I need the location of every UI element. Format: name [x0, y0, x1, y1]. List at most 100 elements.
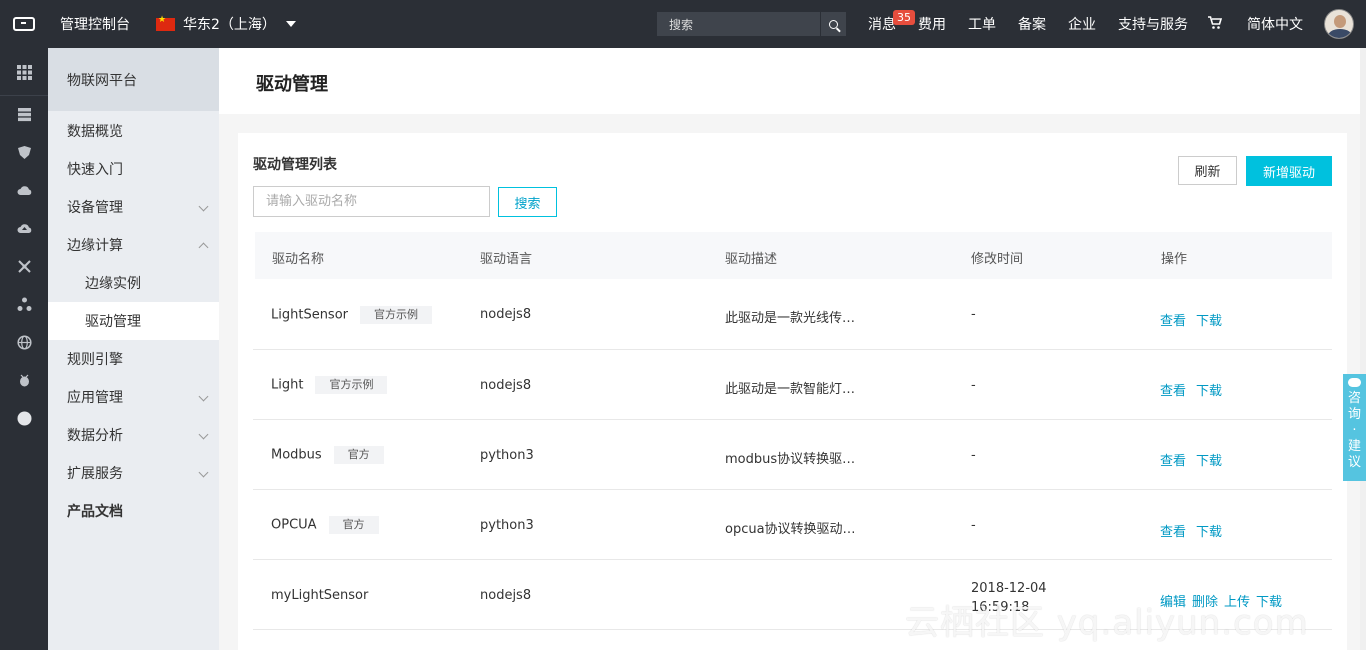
grid-icon[interactable] [0, 53, 48, 91]
menu-label: 快速入门 [67, 162, 123, 178]
cart-icon[interactable] [1208, 16, 1222, 30]
modified-time: - [971, 518, 976, 533]
server-icon[interactable] [0, 95, 48, 133]
driver-description: opcua协议转换驱动… [725, 522, 856, 537]
network-icon[interactable] [0, 247, 48, 285]
feedback-char: 建 [1347, 439, 1361, 454]
driver-name-cell: Light 官方示例 [271, 376, 388, 394]
col-driver-language: 驱动语言 [480, 252, 533, 267]
driver-list-card: 驱动管理列表 搜索 刷新 新增驱动 驱动名称 驱动语言 驱动描述 修改时间 操作… [238, 133, 1347, 650]
driver-name-input[interactable] [253, 186, 490, 217]
modified-time: - [971, 448, 976, 463]
list-title: 驱动管理列表 [253, 157, 337, 173]
chevron-down-icon [198, 429, 209, 440]
view-link[interactable]: 查看 [1160, 314, 1186, 329]
menu-item-quickstart[interactable]: 快速入门 [48, 150, 219, 188]
menu-label: 产品文档 [67, 504, 123, 520]
menu-label: 应用管理 [67, 390, 123, 406]
chevron-up-icon [198, 242, 209, 253]
refresh-button[interactable]: 刷新 [1178, 156, 1237, 185]
top-search-placeholder[interactable]: 搜索 [657, 16, 820, 33]
driver-name: OPCUA [271, 517, 317, 533]
driver-language: nodejs8 [480, 307, 532, 322]
menu-label: 规则引擎 [67, 352, 123, 368]
feedback-char: 咨 [1347, 391, 1361, 406]
nav-enterprise[interactable]: 企业 [1068, 0, 1096, 48]
driver-language: nodejs8 [480, 378, 532, 393]
row-actions: 查看 下载 [1160, 450, 1232, 469]
search-icon[interactable] [820, 12, 846, 36]
chat-bubble-icon [1348, 378, 1361, 387]
driver-description: 此驱动是一款智能灯… [725, 382, 856, 397]
console-title[interactable]: 管理控制台 [60, 14, 130, 34]
menu-item-product-docs[interactable]: 产品文档 [48, 492, 219, 530]
aliyun-logo-icon[interactable] [0, 0, 48, 48]
feedback-char: · [1352, 423, 1357, 438]
menu-item-overview[interactable]: 数据概览 [48, 112, 219, 150]
top-search[interactable]: 搜索 [657, 12, 846, 36]
search-button[interactable]: 搜索 [498, 187, 557, 217]
table-header: 驱动名称 驱动语言 驱动描述 修改时间 操作 [255, 232, 1332, 279]
watermark: 云栖社区 yq.aliyun.com [905, 603, 1309, 643]
driver-language: nodejs8 [480, 588, 532, 603]
view-link[interactable]: 查看 [1160, 384, 1186, 399]
side-menu: 物联网平台 数据概览 快速入门 设备管理 边缘计算 边缘实例 驱动管理 规则引擎… [48, 48, 219, 650]
nav-tickets[interactable]: 工单 [968, 0, 996, 48]
add-driver-button[interactable]: 新增驱动 [1246, 156, 1332, 186]
menu-item-device-management[interactable]: 设备管理 [48, 188, 219, 226]
driver-name: Light [271, 377, 304, 393]
nav-support[interactable]: 支持与服务 [1118, 0, 1188, 48]
download-link[interactable]: 下载 [1196, 384, 1222, 399]
view-link[interactable]: 查看 [1160, 454, 1186, 469]
caret-down-icon [285, 21, 296, 27]
col-driver-description: 驱动描述 [725, 252, 778, 267]
cluster-icon[interactable] [0, 285, 48, 323]
nav-fees[interactable]: 费用 [918, 0, 946, 48]
download-link[interactable]: 下载 [1196, 525, 1222, 540]
region-selector[interactable]: 华东2（上海） [156, 14, 296, 34]
chevron-down-icon [198, 467, 209, 478]
page-scrollbar[interactable] [1360, 48, 1366, 650]
menu-label: 数据概览 [67, 124, 123, 140]
menu-item-data-analysis[interactable]: 数据分析 [48, 416, 219, 454]
menu-item-rule-engine[interactable]: 规则引擎 [48, 340, 219, 378]
menu-item-edge-instance[interactable]: 边缘实例 [48, 264, 219, 302]
menu-item-app-management[interactable]: 应用管理 [48, 378, 219, 416]
region-label: 华东2（上海） [183, 17, 276, 33]
nav-messages[interactable]: 消息 [868, 0, 896, 48]
cloud-upload-icon[interactable] [0, 209, 48, 247]
official-tag: 官方示例 [315, 376, 388, 394]
feedback-float-button[interactable]: 咨 询 · 建 议 [1343, 374, 1366, 481]
feedback-char: 询 [1347, 407, 1361, 422]
view-link[interactable]: 查看 [1160, 525, 1186, 540]
driver-name: Modbus [271, 447, 322, 463]
download-link[interactable]: 下载 [1196, 314, 1222, 329]
circle-icon[interactable] [0, 399, 48, 437]
bug-icon[interactable] [0, 361, 48, 399]
globe-icon[interactable] [0, 323, 48, 361]
modified-time: - [971, 378, 976, 393]
table-row: OPCUA 官方 python3 opcua协议转换驱动… - 查看 下载 [253, 490, 1332, 560]
messages-badge: 35 [893, 10, 915, 25]
download-link[interactable]: 下载 [1196, 454, 1222, 469]
official-tag: 官方 [333, 446, 384, 464]
feedback-char: 议 [1347, 455, 1361, 470]
side-menu-header: 物联网平台 [48, 48, 219, 111]
cloud-icon[interactable] [0, 171, 48, 209]
driver-name: LightSensor [271, 307, 349, 323]
menu-item-driver-management[interactable]: 驱动管理 [48, 302, 219, 340]
menu-label: 边缘计算 [67, 238, 123, 254]
col-modified-time: 修改时间 [971, 252, 1024, 267]
user-avatar[interactable] [1324, 9, 1354, 39]
table-row: Modbus 官方 python3 modbus协议转换驱… - 查看 下载 [253, 420, 1332, 490]
nav-icp[interactable]: 备案 [1018, 0, 1046, 48]
chevron-down-icon [198, 391, 209, 402]
menu-label: 数据分析 [67, 428, 123, 444]
language-selector[interactable]: 简体中文 [1247, 0, 1303, 48]
menu-item-edge-computing[interactable]: 边缘计算 [48, 226, 219, 264]
driver-name: myLightSensor [271, 588, 369, 603]
shield-icon[interactable] [0, 133, 48, 171]
menu-item-extension-services[interactable]: 扩展服务 [48, 454, 219, 492]
menu-label: 扩展服务 [67, 466, 123, 482]
official-tag: 官方示例 [360, 306, 433, 324]
